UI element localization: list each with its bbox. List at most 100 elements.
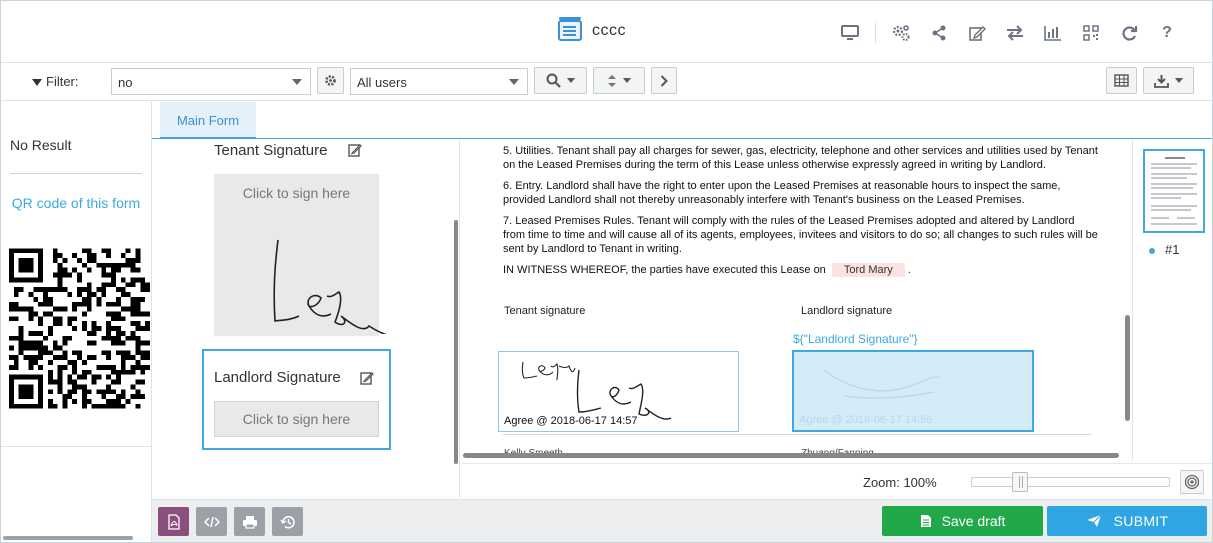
refresh-icon[interactable] — [1110, 21, 1148, 45]
edit-icon[interactable] — [958, 21, 996, 45]
submit-button[interactable]: SUBMIT — [1047, 506, 1207, 536]
table-icon — [1114, 74, 1129, 87]
chevron-down-icon — [1175, 78, 1183, 83]
code-icon — [203, 516, 220, 527]
gear-icon — [325, 75, 336, 86]
thumb-line — [1151, 223, 1197, 225]
search-dropdown-button[interactable] — [534, 67, 587, 94]
tab-main-form[interactable]: Main Form — [160, 102, 256, 139]
landlord-agree-timestamp: Agree @ 2018-06-17 14:56 — [799, 414, 933, 426]
save-draft-button[interactable]: Save draft — [882, 506, 1043, 536]
filter-select[interactable]: no — [111, 68, 311, 95]
vertical-scrollbar[interactable] — [454, 220, 458, 464]
qr-code-link[interactable]: QR code of this form — [11, 195, 141, 212]
divider — [1, 446, 152, 447]
chevron-down-icon — [292, 79, 302, 85]
settings-icon[interactable] — [882, 21, 920, 45]
thumb-line — [1151, 163, 1197, 165]
submit-label: SUBMIT — [1113, 513, 1169, 529]
landlord-signature-field[interactable]: Agree @ 2018-06-17 14:56 — [792, 350, 1034, 432]
form-list-icon — [558, 17, 582, 41]
save-draft-label: Save draft — [941, 513, 1006, 529]
sort-icon — [608, 74, 616, 87]
no-result-text: No Result — [10, 137, 72, 153]
print-icon — [242, 515, 257, 529]
thumb-line — [1151, 217, 1169, 219]
page-thumbnail[interactable] — [1143, 149, 1205, 233]
witness-name-field[interactable]: Tord Mary — [831, 263, 905, 277]
table-view-button[interactable] — [1106, 67, 1137, 94]
paragraph-rules: 7. Leased Premises Rules. Tenant will co… — [503, 215, 1098, 255]
tenant-signature-title: Tenant Signature — [214, 142, 328, 159]
history-icon — [279, 515, 295, 529]
target-icon — [1184, 474, 1200, 490]
chevron-down-icon — [567, 78, 575, 83]
transfer-icon[interactable] — [996, 21, 1034, 45]
thumb-line — [1151, 183, 1197, 185]
edit-icon[interactable] — [348, 143, 362, 157]
fit-to-page-button[interactable] — [1180, 470, 1204, 494]
share-icon[interactable] — [920, 21, 958, 45]
monitor-icon[interactable] — [831, 21, 869, 45]
document-icon — [920, 515, 931, 527]
thumb-line — [1151, 193, 1197, 195]
zoom-slider[interactable] — [971, 472, 1170, 492]
witness-line: IN WITNESS WHEREOF, the parties have exe… — [503, 263, 1098, 277]
thumb-line — [1151, 209, 1191, 211]
filter-settings-button[interactable] — [317, 67, 344, 94]
top-header: cccc ? — [1, 1, 1212, 63]
paragraph-entry: 6. Entry. Landlord shall have the right … — [503, 180, 1061, 206]
chevron-down-icon — [623, 78, 631, 83]
export-pdf-button[interactable] — [158, 507, 189, 536]
help-icon[interactable]: ? — [1148, 21, 1186, 45]
landlord-signature-label: Landlord signature — [801, 305, 893, 317]
filter-bar: Filter: no All users — [1, 63, 1212, 101]
filter-label: Filter: — [32, 74, 79, 89]
landlord-sign-button[interactable]: Click to sign here — [214, 401, 379, 437]
embed-code-button[interactable] — [196, 507, 227, 536]
toolbar-separator — [875, 23, 876, 43]
thumb-line — [1151, 173, 1197, 175]
horizontal-scrollbar[interactable] — [463, 453, 1119, 458]
edit-icon[interactable] — [360, 371, 374, 385]
page-number[interactable]: #1 — [1165, 242, 1179, 257]
thumb-line — [1165, 157, 1185, 159]
thumb-line — [1151, 197, 1181, 199]
thumb-line — [1177, 217, 1195, 219]
vertical-scrollbar[interactable] — [1125, 315, 1130, 421]
landlord-signature-card[interactable]: Landlord Signature Click to sign here — [202, 349, 391, 450]
zoom-bar: Zoom: 100% — [461, 463, 1212, 499]
qr-icon[interactable] — [1072, 21, 1110, 45]
tenant-signature-field[interactable]: Agree @ 2018-06-17 14:57 — [498, 351, 739, 432]
tenant-signature-label: Tenant signature — [504, 305, 586, 317]
witness-prefix: IN WITNESS WHEREOF, the parties have exe… — [503, 264, 826, 276]
sort-dropdown-button[interactable] — [593, 67, 645, 94]
filter-select-value: no — [118, 75, 133, 90]
page-thumbnails: #1 — [1132, 140, 1212, 460]
landlord-signature-ghost — [823, 369, 941, 399]
zoom-label: Zoom: 100% — [863, 475, 937, 490]
qr-code-image — [9, 248, 150, 409]
users-select[interactable]: All users — [350, 68, 528, 95]
chart-icon[interactable] — [1034, 21, 1072, 45]
search-icon — [546, 73, 561, 88]
thumb-line — [1151, 187, 1193, 189]
print-button[interactable] — [234, 507, 265, 536]
app-window: cccc ? Filter: no All users No Result QR… — [0, 0, 1213, 543]
chevron-right-icon — [660, 74, 668, 87]
divider — [503, 434, 1091, 435]
send-icon — [1086, 514, 1101, 527]
horizontal-scrollbar[interactable] — [3, 536, 133, 540]
document-viewer: 5. Utilities. Tenant shall pay all charg… — [461, 140, 1131, 460]
download-dropdown-button[interactable] — [1143, 67, 1194, 94]
next-button[interactable] — [651, 67, 677, 94]
thumb-line — [1151, 167, 1191, 169]
zoom-slider-handle[interactable] — [1012, 472, 1028, 492]
history-button[interactable] — [272, 507, 303, 536]
tenant-signature-pad[interactable]: Click to sign here — [214, 174, 387, 336]
title-group: cccc — [558, 17, 626, 41]
form-tabs: Main Form — [152, 101, 1212, 139]
pdf-file-icon — [167, 513, 180, 530]
thumb-line — [1151, 177, 1187, 179]
left-panel: No Result QR code of this form — [1, 101, 152, 542]
